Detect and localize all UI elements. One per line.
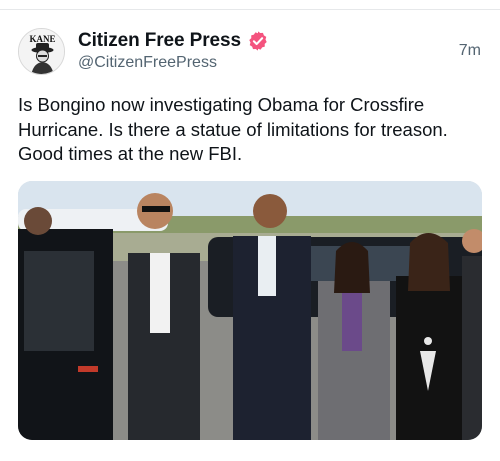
- verified-badge-icon: [249, 31, 267, 51]
- avatar-image: KANE: [19, 29, 64, 74]
- user-handle[interactable]: @CitizenFreePress: [78, 54, 217, 72]
- tweet-text: Is Bongino now investigating Obama for C…: [18, 94, 448, 164]
- avatar[interactable]: KANE: [18, 28, 65, 75]
- top-divider: [0, 9, 500, 10]
- timestamp[interactable]: 7m: [459, 42, 481, 60]
- name-row: Citizen Free Press: [78, 29, 269, 53]
- tweet-photo[interactable]: [18, 181, 482, 440]
- display-name[interactable]: Citizen Free Press: [78, 30, 241, 52]
- photo-image: [18, 181, 482, 440]
- avatar-logo-text: KANE: [29, 34, 55, 44]
